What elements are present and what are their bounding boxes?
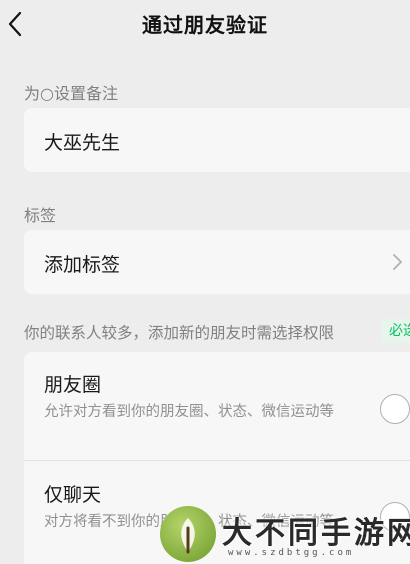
watermark-logo-icon [160, 506, 216, 562]
watermark: 大不同手游网 www.szdbtgg.com [160, 504, 410, 564]
add-tags-label: 添加标签 [44, 254, 121, 276]
option-title: 朋友圈 [44, 374, 102, 396]
required-badge: 必选 [381, 319, 410, 343]
page-title: 通过朋友验证 [142, 13, 268, 37]
option-description: 允许对方看到你的朋友圈、状态、微信运动等 [44, 404, 334, 420]
permission-hint: 你的联系人较多，添加新的朋友时需选择权限 [24, 324, 335, 342]
remark-input-value[interactable]: 大巫先生 [44, 128, 120, 155]
radio-moments[interactable] [380, 394, 410, 424]
add-tags-row[interactable]: 添加标签 [24, 230, 410, 294]
tags-section-label: 标签 [24, 206, 57, 225]
watermark-url: www.szdbtgg.com [228, 548, 355, 558]
remark-field[interactable]: 大巫先生 [24, 108, 410, 172]
watermark-text: 大不同手游网 [222, 516, 410, 551]
divider [24, 460, 410, 461]
remark-section-label: 为○设置备注 [24, 84, 118, 103]
chevron-right-icon [393, 254, 402, 270]
option-title: 仅聊天 [44, 484, 102, 506]
navigation-bar: 通过朋友验证 [0, 0, 410, 50]
